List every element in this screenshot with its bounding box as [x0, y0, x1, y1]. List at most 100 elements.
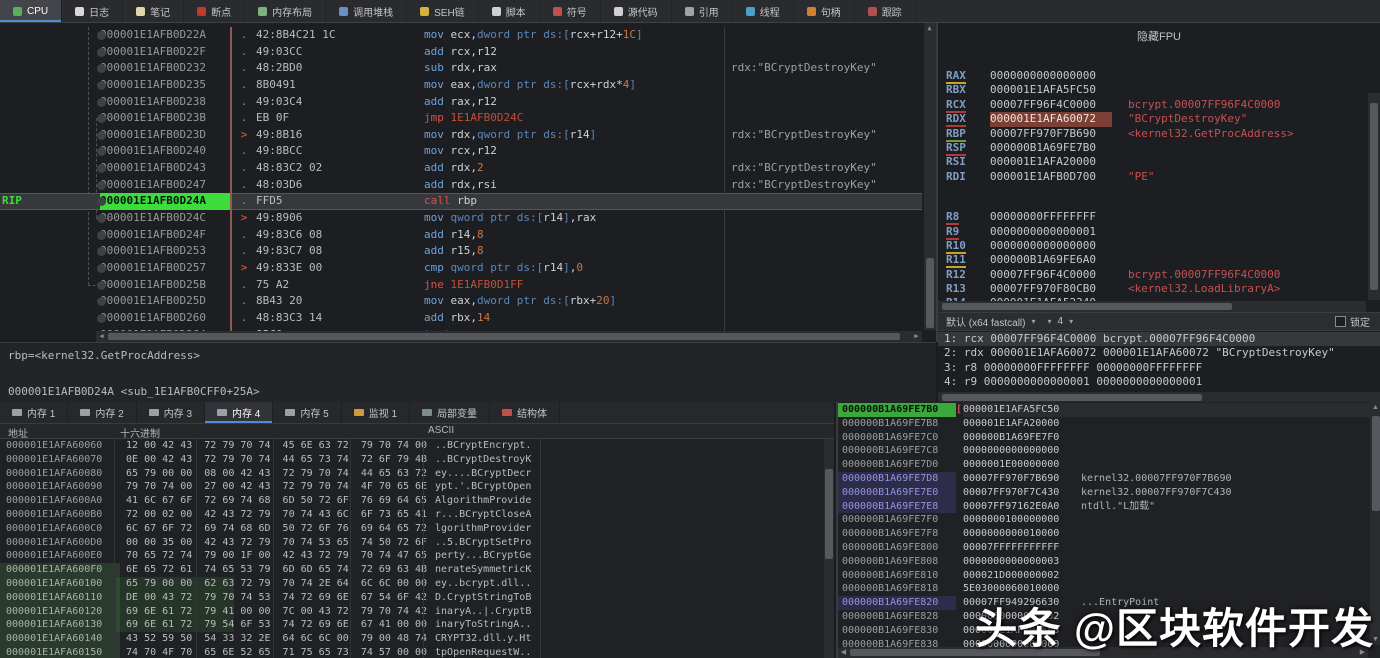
chevron-down-icon[interactable]: ▾ — [1063, 317, 1079, 326]
stack-row[interactable]: 000000B1A69FE7F80000000000010000 — [838, 527, 1370, 541]
register-row-rbp[interactable]: RBP00007FF970F7B690<kernel32.GetProcAddr… — [946, 127, 1364, 141]
stack-row[interactable]: 000000B1A69FE7F00000000100000000 — [838, 513, 1370, 527]
dump-row[interactable]: 000001E1AFA600B0 72 00 02 00 42 43 72 79… — [0, 508, 824, 522]
dump-row[interactable]: 000001E1AFA60110 DE 00 43 72 79 70 74 53… — [0, 591, 824, 605]
breakpoint-dot-icon[interactable] — [97, 264, 106, 273]
dump-tab-内存 3[interactable]: 内存 3 — [137, 402, 205, 423]
scroll-left-icon[interactable]: ◀ — [96, 331, 107, 342]
register-value[interactable]: 000001E1AFA5FC50 — [990, 83, 1112, 97]
dump-tab-内存 1[interactable]: 内存 1 — [0, 402, 68, 423]
scroll-right-icon[interactable]: ▶ — [911, 331, 922, 342]
register-value[interactable]: 000000B1A69FE6A0 — [990, 253, 1112, 267]
scroll-up-icon[interactable]: ▲ — [924, 23, 935, 34]
register-row-rsp[interactable]: RSP000000B1A69FE7B0 — [946, 141, 1364, 155]
register-value[interactable]: 00007FF96F4C0000 — [990, 268, 1112, 282]
menu-tab-断点[interactable]: 断点 — [184, 0, 245, 22]
dump-tab-内存 4[interactable]: 内存 4 — [205, 402, 273, 423]
breakpoint-gutter[interactable] — [0, 293, 100, 310]
menu-tab-日志[interactable]: 日志 — [62, 0, 123, 22]
breakpoint-dot-icon[interactable] — [97, 314, 106, 323]
menu-tab-符号[interactable]: 符号 — [540, 0, 601, 22]
register-row-r9[interactable]: R90000000000000001 — [946, 225, 1364, 239]
stack-row[interactable]: 000000B1A69FE7E800007FF97162E0A0ntdll."L… — [838, 500, 1370, 514]
disasm-row[interactable]: 000001E1AFB0D257>49:833E 00cmp qword ptr… — [0, 260, 922, 277]
registers-v-scrollbar-thumb[interactable] — [1370, 103, 1378, 290]
dump-row[interactable]: 000001E1AFA60080 65 79 00 00 08 00 42 43… — [0, 467, 824, 481]
disasm-row[interactable]: RIP000001E1AFB0D24A.FFD5call rbp — [0, 193, 922, 210]
register-row-r12[interactable]: R1200007FF96F4C0000bcrypt.00007FF96F4C00… — [946, 268, 1364, 282]
dump-tab-内存 2[interactable]: 内存 2 — [68, 402, 136, 423]
register-row-rdx[interactable]: RDX000001E1AFA60072"BCryptDestroyKey" — [946, 112, 1364, 126]
disasm-h-scrollbar[interactable]: ◀ ▶ — [96, 331, 922, 342]
calling-convention-select[interactable]: 默认 (x64 fastcall) — [938, 314, 1025, 329]
disasm-row[interactable]: 000001E1AFB0D240.49:8BCCmov rcx,r12 — [0, 143, 922, 160]
dump-tab-内存 5[interactable]: 内存 5 — [273, 402, 341, 423]
stack-row[interactable]: 000000B1A69FE80000007FFFFFFFFFFF — [838, 541, 1370, 555]
stack-row[interactable]: 000000B1A69FE7D800007FF970F7B690kernel32… — [838, 472, 1370, 486]
dump-row[interactable]: 000001E1AFA600E0 70 65 72 74 79 00 1F 00… — [0, 549, 824, 563]
breakpoint-dot-icon[interactable] — [97, 281, 106, 290]
dump-row[interactable]: 000001E1AFA60140 43 52 59 50 54 33 32 2E… — [0, 632, 824, 646]
chevron-down-icon[interactable]: ▾ — [1025, 317, 1041, 326]
dump-row[interactable]: 000001E1AFA600F0 6E 65 72 61 74 65 53 79… — [0, 563, 824, 577]
breakpoint-gutter[interactable] — [0, 327, 100, 342]
register-value[interactable]: 000001E1AFB0D700 — [990, 170, 1112, 184]
stack-row[interactable]: 000000B1A69FE7C0000000B1A69FE7F0 — [838, 431, 1370, 445]
register-row-r13[interactable]: R1300007FF970F80CB0<kernel32.LoadLibrary… — [946, 282, 1364, 296]
argument-row-2[interactable]: 2: rdx 000001E1AFA60072 000001E1AFA60072… — [938, 346, 1380, 360]
breakpoint-dot-icon[interactable] — [97, 214, 106, 223]
stack-row[interactable]: 000000B1A69FE8080000000000000003 — [838, 555, 1370, 569]
menu-tab-源代码[interactable]: 源代码 — [601, 0, 672, 22]
dump-row[interactable]: 000001E1AFA60120 69 6E 61 72 79 41 00 00… — [0, 605, 824, 619]
register-row-rbx[interactable]: RBX000001E1AFA5FC50 — [946, 83, 1364, 97]
disasm-row[interactable]: 000001E1AFB0D22F.49:03CCadd rcx,r12 — [0, 44, 922, 61]
registers-h-scrollbar[interactable] — [938, 301, 1366, 312]
disasm-row[interactable]: 000001E1AFB0D24F.49:83C6 08add r14,8 — [0, 227, 922, 244]
dump-tab-结构体[interactable]: 结构体 — [490, 402, 560, 423]
menu-tab-引用[interactable]: 引用 — [672, 0, 733, 22]
disasm-row[interactable]: 000001E1AFB0D23B.EB 0Fjmp 1E1AFB0D24C — [0, 110, 922, 127]
register-value[interactable]: 00007FF970F80CB0 — [990, 282, 1112, 296]
breakpoint-gutter[interactable] — [0, 143, 100, 160]
breakpoint-gutter[interactable]: RIP — [0, 193, 100, 210]
dump-row[interactable]: 000001E1AFA60150 74 70 4F 70 65 6E 52 65… — [0, 646, 824, 658]
stack-v-scrollbar-thumb[interactable] — [1372, 416, 1380, 511]
breakpoint-dot-icon[interactable] — [97, 48, 106, 57]
menu-tab-内存布局[interactable]: 内存布局 — [245, 0, 326, 22]
breakpoint-dot-icon[interactable] — [97, 231, 106, 240]
register-row-rcx[interactable]: RCX00007FF96F4C0000bcrypt.00007FF96F4C00… — [946, 98, 1364, 112]
register-row-rax[interactable]: RAX0000000000000000 — [946, 69, 1364, 83]
lock-checkbox[interactable] — [1335, 316, 1346, 327]
menu-tab-脚本[interactable]: 脚本 — [479, 0, 540, 22]
breakpoint-gutter[interactable] — [0, 44, 100, 61]
scroll-up-icon[interactable]: ▲ — [1370, 402, 1380, 413]
breakpoint-gutter[interactable] — [0, 60, 100, 77]
disasm-row[interactable]: 000001E1AFB0D23D>49:8B16mov rdx,qword pt… — [0, 127, 922, 144]
dump-tab-局部变量[interactable]: 局部变量 — [410, 402, 490, 423]
dump-v-scrollbar[interactable] — [824, 439, 834, 658]
stack-row[interactable]: 000000B1A69FE7C80000000000000000 — [838, 444, 1370, 458]
register-row-r10[interactable]: R100000000000000000 — [946, 239, 1364, 253]
registers-h-scrollbar-thumb[interactable] — [942, 303, 1232, 310]
menu-tab-调用堆栈[interactable]: 调用堆栈 — [326, 0, 407, 22]
scroll-left-icon[interactable]: ◀ — [838, 647, 849, 658]
menu-tab-跟踪[interactable]: 跟踪 — [855, 0, 916, 22]
disasm-row[interactable]: 000001E1AFB0D22A.42:8B4C21 1Cmov ecx,dwo… — [0, 27, 922, 44]
stack-row[interactable]: 000000B1A69FE810000021D000000002 — [838, 569, 1370, 583]
hide-fpu-label[interactable]: 隐藏FPU — [938, 28, 1380, 44]
stack-row[interactable]: 000000B1A69FE7D00000001E00000000 — [838, 458, 1370, 472]
register-value[interactable]: 0000000000000001 — [990, 225, 1112, 239]
breakpoint-gutter[interactable] — [0, 243, 100, 260]
menu-tab-SEH链[interactable]: SEH链 — [407, 0, 479, 22]
register-value[interactable]: 000000B1A69FE7B0 — [990, 141, 1112, 155]
menu-tab-CPU[interactable]: CPU — [0, 0, 62, 22]
breakpoint-dot-icon[interactable] — [97, 131, 106, 140]
dump-row[interactable]: 000001E1AFA60100 65 79 00 00 62 63 72 79… — [0, 577, 824, 591]
breakpoint-gutter[interactable] — [0, 127, 100, 144]
breakpoint-gutter[interactable] — [0, 260, 100, 277]
dump-row[interactable]: 000001E1AFA600C0 6C 67 6F 72 69 74 68 6D… — [0, 522, 824, 536]
disasm-row[interactable]: 000001E1AFB0D232.48:2BD0sub rdx,raxrdx:"… — [0, 60, 922, 77]
disasm-row[interactable]: 000001E1AFB0D235.8B0491mov eax,dword ptr… — [0, 77, 922, 94]
register-row-r11[interactable]: R11000000B1A69FE6A0 — [946, 253, 1364, 267]
arguments-h-scrollbar-thumb[interactable] — [942, 394, 1202, 401]
